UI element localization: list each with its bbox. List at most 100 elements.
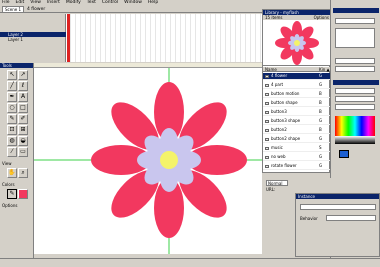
rectangle-tool-icon[interactable]: □	[18, 103, 28, 113]
flower-canvas[interactable]	[34, 68, 262, 254]
library-item-kind: G	[319, 82, 323, 87]
library-item[interactable]: button2 shape G	[263, 136, 331, 143]
line-tool-icon[interactable]: ╱	[7, 81, 17, 91]
flower-center[interactable]	[160, 151, 178, 169]
playhead[interactable]	[67, 14, 70, 62]
alpha-field[interactable]	[335, 104, 375, 110]
document-bar: Scene 1 4 flower	[0, 5, 262, 13]
stroke-color-swatch[interactable]: ✎	[7, 189, 17, 199]
transform-box[interactable]	[335, 28, 375, 48]
library-item[interactable]: button motion B	[263, 91, 331, 98]
options-section-label: Options	[2, 203, 18, 208]
library-item-kind: B	[319, 100, 322, 105]
library-item-name: button motion	[271, 91, 300, 96]
height-field[interactable]	[335, 66, 375, 72]
library-item-kind: B	[319, 91, 322, 96]
brush-tool-icon[interactable]: ✐	[18, 114, 28, 124]
align-field[interactable]	[335, 18, 375, 24]
preview-flower	[275, 21, 319, 65]
library-item-name: button2 shape	[271, 136, 301, 141]
fill-transform-icon[interactable]: ⊞	[18, 125, 28, 135]
library-item-name: 4 flower	[271, 73, 288, 78]
green-field[interactable]	[335, 96, 375, 102]
library-item-name: music	[271, 145, 283, 150]
symbol-icon	[265, 146, 269, 150]
frame-grid[interactable]	[66, 14, 262, 62]
library-item[interactable]: button3 shape G	[263, 118, 331, 125]
instance-title: Instance	[296, 194, 379, 199]
library-item-name: button shape	[271, 100, 298, 105]
stage[interactable]	[34, 68, 262, 254]
symbol-icon	[265, 83, 269, 87]
subselect-tool-icon[interactable]: ↗	[18, 70, 28, 80]
symbol-icon	[265, 101, 269, 105]
library-item-name: 4 part	[271, 82, 284, 87]
transform-tool-icon[interactable]: ⊡	[7, 125, 17, 135]
instance-panel: Instance Behavior	[295, 193, 380, 257]
eyedropper-icon[interactable]: ⁄	[7, 147, 17, 157]
column-kind[interactable]: Kin ▲	[319, 67, 330, 72]
library-item[interactable]: 4 flower G	[263, 73, 331, 80]
color-spectrum[interactable]	[335, 116, 375, 136]
layer-list: Layer 2 Layer 1	[0, 14, 66, 62]
library-item-kind: G	[319, 118, 323, 123]
library-panel: Library - myflash 15 items Options Name …	[262, 9, 331, 173]
symbol-icon	[265, 137, 269, 141]
paint-bucket-icon[interactable]: ◒	[18, 136, 28, 146]
mixer-titlebar	[333, 80, 379, 85]
width-field[interactable]	[335, 58, 375, 64]
library-item[interactable]: music S	[263, 145, 331, 152]
behavior-label: Behavior	[300, 216, 318, 221]
library-item-name: no web	[271, 154, 286, 159]
symbol-icon	[265, 74, 269, 78]
library-item[interactable]: button shape B	[263, 100, 331, 107]
oval-tool-icon[interactable]: ○	[7, 103, 17, 113]
properties-panel: Normal URL:	[262, 178, 380, 194]
library-item-name: button3 shape	[271, 118, 301, 123]
pen-tool-icon[interactable]: ✒	[7, 92, 17, 102]
panel-titlebar	[333, 8, 379, 13]
library-item-name: rotate flower	[271, 163, 297, 168]
library-item-name: button2	[271, 127, 287, 132]
pencil-tool-icon[interactable]: ✎	[7, 114, 17, 124]
library-item-name: button3	[271, 109, 287, 114]
timeline[interactable]: Layer 2 Layer 1	[0, 14, 262, 62]
fill-color-swatch[interactable]	[18, 189, 28, 199]
arrow-tool-icon[interactable]: ↖	[7, 70, 17, 80]
layer-row[interactable]: Layer 1	[0, 37, 66, 42]
behavior-select[interactable]	[326, 215, 376, 221]
scene-tab[interactable]: Scene 1	[2, 5, 25, 13]
brightness-bar[interactable]	[335, 136, 375, 144]
blend-select[interactable]: Normal	[266, 180, 288, 186]
hand-tool-icon[interactable]: ✋	[7, 168, 17, 178]
library-item[interactable]: rotate flower G	[263, 163, 331, 170]
zoom-tool-icon[interactable]: ⌕	[18, 168, 28, 178]
instance-name-field[interactable]	[300, 204, 376, 210]
eraser-icon[interactable]: ▭	[18, 147, 28, 157]
library-column-header: Name Kin ▲	[263, 67, 331, 72]
text-tool-icon[interactable]: A	[18, 92, 28, 102]
lasso-tool-icon[interactable]: ℓ	[18, 81, 28, 91]
ink-bottle-icon[interactable]: ◍	[7, 136, 17, 146]
library-item-kind: G	[319, 136, 323, 141]
tools-panel: Tools ↖ ↗ ╱ ℓ ✒ A ○ □ ✎ ✐ ⊡ ⊞ ◍ ◒ ⁄ ▭ Vi…	[0, 63, 34, 258]
library-item[interactable]: button2 B	[263, 127, 331, 134]
url-label: URL:	[266, 187, 276, 192]
preview-center	[294, 40, 300, 46]
symbol-icon	[265, 92, 269, 96]
library-item[interactable]: 4 part G	[263, 82, 331, 89]
library-item[interactable]: no web G	[263, 154, 331, 161]
red-field[interactable]	[335, 88, 375, 94]
library-item[interactable]: button3 B	[263, 109, 331, 116]
status-bar	[0, 258, 380, 267]
blend-value: Normal	[268, 181, 283, 186]
color-swatch[interactable]	[339, 150, 349, 158]
column-name[interactable]: Name	[265, 67, 277, 72]
symbol-breadcrumb[interactable]: 4 flower	[27, 7, 45, 12]
library-item-kind: S	[319, 145, 322, 150]
library-item-kind: G	[319, 154, 323, 159]
symbol-icon	[265, 119, 269, 123]
library-item-kind: B	[319, 127, 322, 132]
symbol-icon	[265, 155, 269, 159]
library-item-kind: G	[319, 163, 323, 168]
